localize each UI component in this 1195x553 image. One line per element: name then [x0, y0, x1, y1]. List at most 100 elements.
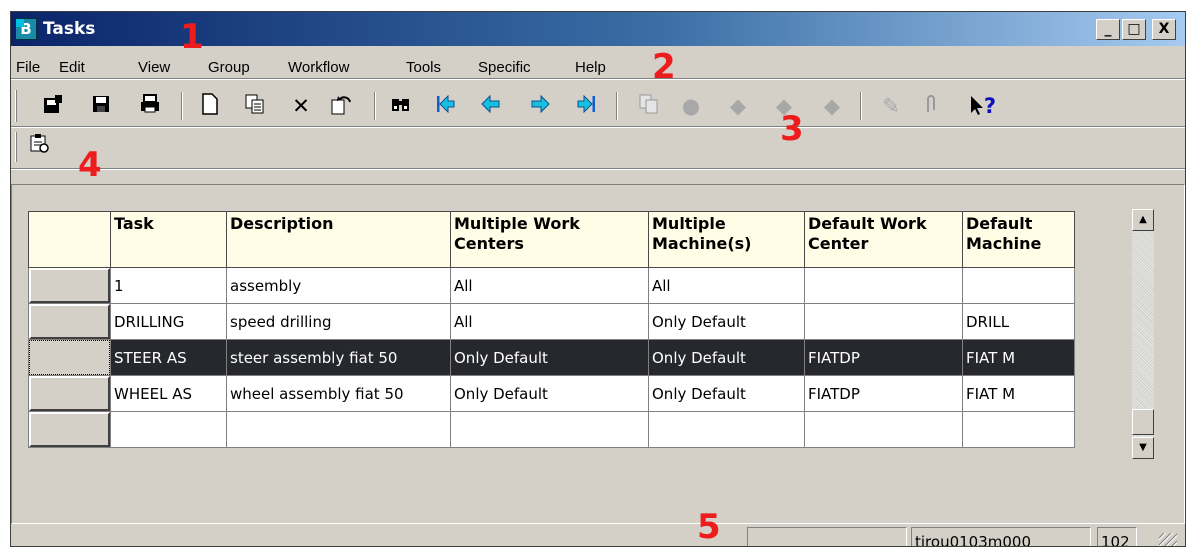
app-icon[interactable]: B — [15, 18, 37, 40]
menu-specific[interactable]: Specific — [478, 59, 531, 77]
new-icon[interactable] — [196, 92, 224, 120]
whats-this-help-icon[interactable]: ? — [963, 92, 1003, 120]
menu-file[interactable]: File — [16, 59, 40, 77]
first-record-icon[interactable] — [431, 92, 459, 120]
delete-icon[interactable]: ✕ — [287, 92, 315, 120]
save-icon[interactable] — [87, 92, 115, 120]
toolbar-separator — [860, 92, 862, 120]
main-toolbar: ✕ ● ◆ ◆ ◆ ✎ ? — [11, 80, 1185, 126]
grid-area: Task Description Multiple Work Centers M… — [11, 184, 1185, 524]
grid-header-row: Task Description Multiple Work Centers M… — [28, 211, 1075, 268]
cell-default-work-center[interactable] — [804, 303, 963, 340]
status-bar: tirou0103m000 102 — [11, 527, 1185, 546]
save-and-exit-icon[interactable] — [39, 92, 67, 120]
undo-icon[interactable] — [327, 92, 355, 120]
toolbar-grip — [15, 132, 17, 162]
maximize-button[interactable]: □ — [1122, 19, 1146, 40]
menu-workflow[interactable]: Workflow — [288, 59, 349, 77]
menu-edit[interactable]: Edit — [59, 59, 85, 77]
col-header-default-machine[interactable]: Default Machine — [962, 211, 1075, 268]
specific-action-icon[interactable] — [25, 131, 53, 159]
cell-default-work-center[interactable] — [804, 267, 963, 304]
table-row-selected[interactable]: STEER AS steer assembly fiat 50 Only Def… — [28, 339, 1075, 376]
table-row[interactable]: DRILLING speed drilling All Only Default… — [28, 303, 1075, 340]
toolbar-separator — [374, 92, 376, 120]
resize-grip-icon[interactable] — [1159, 533, 1177, 546]
annotation-4: 4 — [78, 145, 102, 185]
cell-default-machine[interactable] — [962, 411, 1075, 448]
cell-default-machine[interactable] — [962, 267, 1075, 304]
cell-multiple-work-centers[interactable]: All — [450, 267, 649, 304]
row-selector[interactable] — [28, 411, 111, 448]
cell-task[interactable]: DRILLING — [110, 303, 227, 340]
scroll-thumb[interactable] — [1132, 409, 1154, 435]
menu-help[interactable]: Help — [575, 59, 606, 77]
scroll-down-button[interactable]: ▼ — [1132, 437, 1154, 459]
cell-task[interactable]: WHEEL AS — [110, 375, 227, 412]
close-button[interactable]: X — [1152, 19, 1176, 40]
menu-view[interactable]: View — [138, 59, 170, 77]
toolbar-separator — [181, 92, 183, 120]
toolbar2-separator-line — [11, 168, 1185, 170]
view-disabled-icon[interactable]: ● — [677, 92, 705, 120]
cell-default-work-center[interactable]: FIATDP — [804, 339, 963, 376]
group-last-disabled-icon[interactable]: ◆ — [818, 92, 846, 120]
row-selector[interactable] — [28, 303, 111, 340]
cell-default-machine[interactable]: FIAT M — [962, 339, 1075, 376]
cell-task[interactable]: STEER AS — [110, 339, 227, 376]
attachment-disabled-icon[interactable] — [916, 92, 944, 120]
status-session-code: tirou0103m000 — [911, 527, 1091, 546]
cell-default-machine[interactable]: DRILL — [962, 303, 1075, 340]
last-record-icon[interactable] — [573, 92, 601, 120]
previous-record-icon[interactable] — [477, 92, 505, 120]
vertical-scrollbar[interactable]: ▲ ▼ — [1132, 209, 1154, 459]
cell-multiple-work-centers[interactable] — [450, 411, 649, 448]
toolbar-separator — [616, 92, 618, 120]
col-header-task[interactable]: Task — [110, 211, 227, 268]
table-row[interactable]: 1 assembly All All — [28, 267, 1075, 304]
cell-default-work-center[interactable]: FIATDP — [804, 375, 963, 412]
menu-tools[interactable]: Tools — [406, 59, 441, 77]
table-row[interactable]: WHEEL AS wheel assembly fiat 50 Only Def… — [28, 375, 1075, 412]
col-header-description[interactable]: Description — [226, 211, 451, 268]
cell-description[interactable]: speed drilling — [226, 303, 451, 340]
cell-description[interactable]: wheel assembly fiat 50 — [226, 375, 451, 412]
toolbar-grip — [15, 90, 17, 122]
cell-multiple-machines[interactable]: Only Default — [648, 375, 805, 412]
duplicate-icon[interactable] — [241, 92, 269, 120]
cell-task[interactable] — [110, 411, 227, 448]
row-selector[interactable] — [28, 267, 111, 304]
annotation-1: 1 — [180, 17, 204, 57]
col-header-multiple-machines[interactable]: Multiple Machine(s) — [648, 211, 805, 268]
cell-multiple-work-centers[interactable]: All — [450, 303, 649, 340]
text-disabled-icon[interactable]: ✎ — [877, 92, 905, 120]
cell-multiple-work-centers[interactable]: Only Default — [450, 339, 649, 376]
find-icon[interactable] — [387, 92, 415, 120]
cell-multiple-machines[interactable]: Only Default — [648, 303, 805, 340]
cell-description[interactable]: steer assembly fiat 50 — [226, 339, 451, 376]
table-row[interactable] — [28, 411, 1075, 448]
scroll-up-button[interactable]: ▲ — [1132, 209, 1154, 231]
grid-corner[interactable] — [28, 211, 111, 268]
col-header-multiple-work-centers[interactable]: Multiple Work Centers — [450, 211, 649, 268]
specific-toolbar — [11, 128, 1185, 168]
cell-multiple-machines[interactable]: Only Default — [648, 339, 805, 376]
menu-group[interactable]: Group — [208, 59, 250, 77]
cell-default-machine[interactable]: FIAT M — [962, 375, 1075, 412]
tasks-grid: Task Description Multiple Work Centers M… — [28, 211, 1075, 448]
print-icon[interactable] — [136, 92, 164, 120]
row-selector[interactable] — [28, 339, 111, 376]
row-selector[interactable] — [28, 375, 111, 412]
cell-description[interactable]: assembly — [226, 267, 451, 304]
cell-description[interactable] — [226, 411, 451, 448]
group-first-disabled-icon[interactable]: ◆ — [724, 92, 752, 120]
cell-multiple-work-centers[interactable]: Only Default — [450, 375, 649, 412]
next-record-icon[interactable] — [526, 92, 554, 120]
copy-disabled-icon[interactable] — [635, 92, 663, 120]
cell-multiple-machines[interactable]: All — [648, 267, 805, 304]
cell-default-work-center[interactable] — [804, 411, 963, 448]
minimize-button[interactable]: _ — [1096, 19, 1120, 40]
col-header-default-work-center[interactable]: Default Work Center — [804, 211, 963, 268]
cell-task[interactable]: 1 — [110, 267, 227, 304]
cell-multiple-machines[interactable] — [648, 411, 805, 448]
